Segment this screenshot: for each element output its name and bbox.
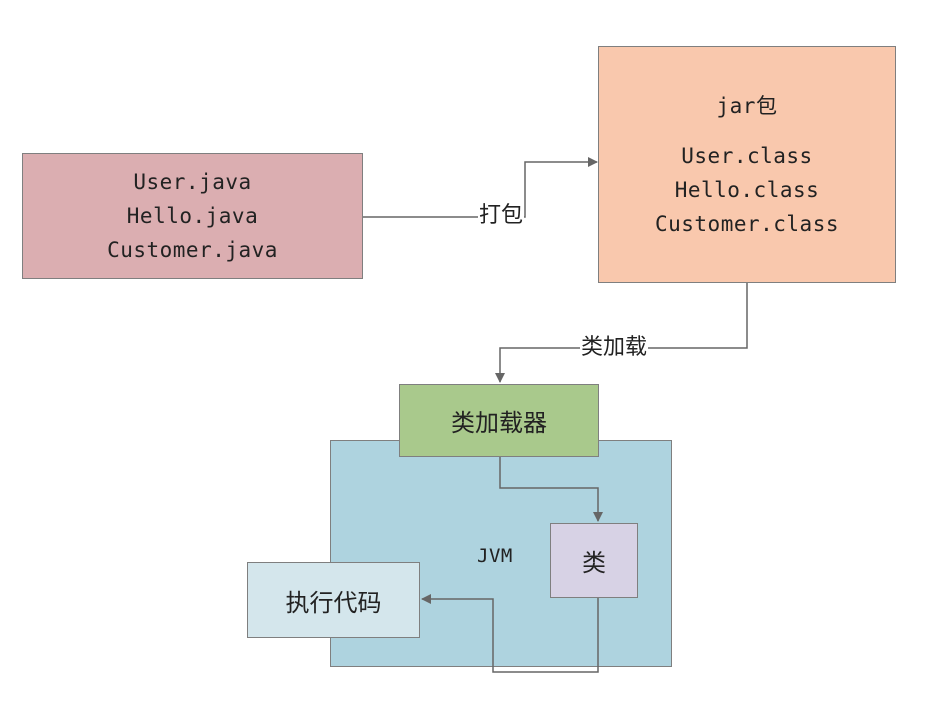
- diagram-canvas: JVM User.java Hello.java Customer.java j…: [0, 0, 927, 702]
- connector-layer: [363, 157, 748, 673]
- loader-to-class-connector: [499, 457, 603, 522]
- class-to-exec-connector: [421, 594, 599, 673]
- package-edge-label: 打包: [478, 203, 525, 228]
- classload-connector: [495, 283, 748, 383]
- classload-edge-label: 类加载: [580, 335, 649, 360]
